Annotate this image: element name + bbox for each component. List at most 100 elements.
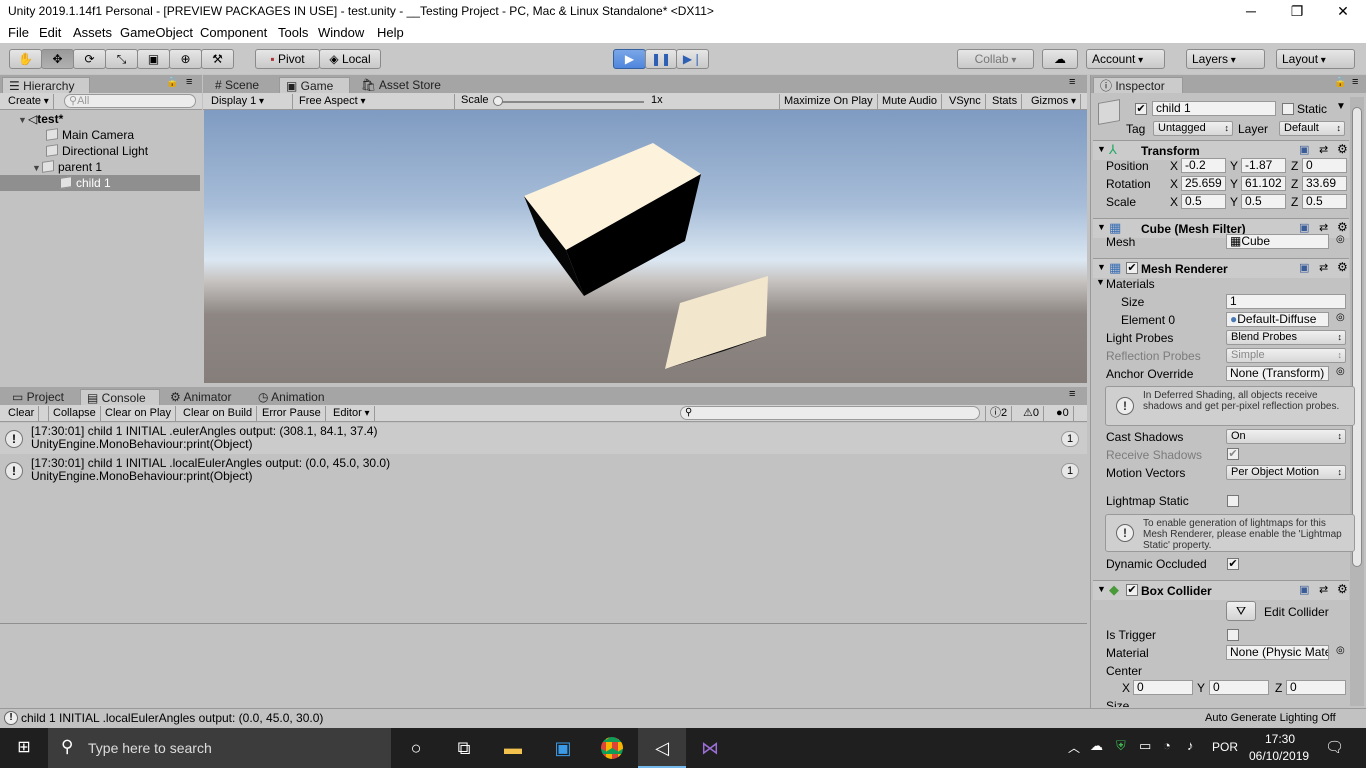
- preset-icon[interactable]: ⇄: [1319, 143, 1328, 156]
- help-book-icon[interactable]: ▣: [1299, 143, 1309, 156]
- component-gear-icon[interactable]: ⚙: [1337, 260, 1348, 274]
- console-search-input[interactable]: ⚲: [680, 406, 980, 420]
- warning-filter-toggle[interactable]: ⚠0: [1019, 406, 1044, 421]
- object-picker-icon[interactable]: ◎: [1336, 312, 1345, 323]
- menu-assets[interactable]: Assets: [73, 25, 112, 40]
- stats-toggle[interactable]: Stats: [988, 94, 1023, 109]
- close-button[interactable]: ✕: [1320, 0, 1366, 23]
- position-y-field[interactable]: -1.87: [1241, 158, 1286, 173]
- tab-project[interactable]: ▭ Project: [6, 389, 70, 405]
- battery-icon[interactable]: ▭: [1139, 738, 1151, 754]
- cloud-icon[interactable]: ☁: [1042, 49, 1078, 69]
- pivot-button[interactable]: ▪ Pivot: [255, 49, 320, 69]
- help-book-icon[interactable]: ▣: [1299, 583, 1309, 596]
- hierarchy-item-main-camera[interactable]: Main Camera: [0, 127, 200, 143]
- menu-window[interactable]: Window: [318, 25, 364, 40]
- panel-menu-icon[interactable]: ≡: [186, 76, 192, 88]
- console-entry[interactable]: ! [17:30:01] child 1 INITIAL .eulerAngle…: [0, 423, 1087, 454]
- tab-asset-store[interactable]: 🛍 Asset Store: [355, 77, 447, 93]
- motion-vectors-dropdown[interactable]: Per Object Motion: [1226, 465, 1346, 480]
- taskbar-search-input[interactable]: ⚲ Type here to search: [48, 728, 391, 768]
- center-z-field[interactable]: 0: [1286, 680, 1346, 695]
- network-icon[interactable]: ◔: [1163, 738, 1171, 753]
- restore-button[interactable]: ❐: [1274, 0, 1320, 23]
- status-message[interactable]: child 1 INITIAL .localEulerAngles output…: [21, 711, 323, 725]
- collapse-toggle[interactable]: Collapse: [48, 406, 101, 421]
- create-dropdown[interactable]: Create: [4, 94, 54, 109]
- step-button[interactable]: ▶❘: [676, 49, 709, 69]
- lock-icon[interactable]: 🔒: [1334, 77, 1346, 88]
- component-gear-icon[interactable]: ⚙: [1337, 582, 1348, 596]
- lightmap-static-checkbox[interactable]: [1227, 495, 1239, 507]
- mesh-field[interactable]: ▦Cube: [1226, 234, 1329, 249]
- onedrive-icon[interactable]: ☁: [1090, 738, 1103, 754]
- chrome-icon[interactable]: [601, 737, 623, 759]
- maximize-on-play-toggle[interactable]: Maximize On Play: [779, 94, 878, 109]
- is-trigger-checkbox[interactable]: [1227, 629, 1239, 641]
- light-probes-dropdown[interactable]: Blend Probes: [1226, 330, 1346, 345]
- rect-tool-icon[interactable]: ▣: [137, 49, 170, 69]
- security-icon[interactable]: ⛨: [1116, 738, 1126, 754]
- tab-animator[interactable]: ⚙ Animator: [164, 389, 237, 405]
- notifications-icon[interactable]: 🗨: [1325, 738, 1344, 756]
- hierarchy-item-directional-light[interactable]: Directional Light: [0, 143, 200, 159]
- rotation-x-field[interactable]: 25.659: [1181, 176, 1226, 191]
- menu-edit[interactable]: Edit: [39, 25, 61, 40]
- move-tool-icon[interactable]: ✥: [41, 49, 74, 69]
- scrollbar-thumb[interactable]: [1352, 107, 1362, 567]
- scale-tool-icon[interactable]: ⤡: [105, 49, 138, 69]
- foldout-icon[interactable]: ▼: [1097, 262, 1106, 272]
- volume-icon[interactable]: ♪: [1187, 738, 1194, 753]
- language-indicator[interactable]: POR: [1212, 740, 1238, 754]
- info-filter-toggle[interactable]: ⓘ2: [985, 406, 1013, 421]
- object-name-field[interactable]: child 1: [1152, 101, 1276, 116]
- tab-game[interactable]: ▣ Game: [279, 77, 350, 93]
- component-gear-icon[interactable]: ⚙: [1337, 220, 1348, 234]
- clock-date[interactable]: 06/10/2019: [1249, 749, 1309, 763]
- panel-menu-icon[interactable]: ≡: [1352, 76, 1358, 88]
- game-viewport[interactable]: [204, 110, 1087, 383]
- hierarchy-search-input[interactable]: ⚲All: [64, 94, 196, 108]
- scale-y-field[interactable]: 0.5: [1241, 194, 1286, 209]
- local-button[interactable]: ◈ Local: [319, 49, 381, 69]
- mesh-renderer-header[interactable]: ▼ ▦ ✔ Mesh Renderer ▣ ⇄ ⚙: [1093, 258, 1349, 278]
- windows-start-icon[interactable]: ⊞: [14, 738, 34, 758]
- box-collider-header[interactable]: ▼ ◆ ✔ Box Collider ▣ ⇄ ⚙: [1093, 580, 1349, 600]
- tab-console[interactable]: ▤ Console: [80, 389, 160, 405]
- collab-dropdown[interactable]: Collab: [957, 49, 1034, 69]
- foldout-icon[interactable]: ▼: [1096, 277, 1105, 287]
- scale-slider-thumb[interactable]: [493, 96, 503, 106]
- layers-dropdown[interactable]: Layers: [1186, 49, 1265, 69]
- vsync-toggle[interactable]: VSync: [945, 94, 986, 109]
- foldout-icon[interactable]: ▼: [1097, 584, 1106, 594]
- custom-tool-icon[interactable]: ⚒: [201, 49, 234, 69]
- clock-time[interactable]: 17:30: [1265, 732, 1295, 746]
- show-hidden-icons[interactable]: ︿: [1068, 739, 1080, 756]
- reflection-probes-dropdown[interactable]: Simple: [1226, 348, 1346, 363]
- hierarchy-item-child-1[interactable]: child 1: [0, 175, 200, 191]
- clear-on-play-toggle[interactable]: Clear on Play: [101, 406, 177, 421]
- preset-icon[interactable]: ⇄: [1319, 261, 1328, 274]
- scale-slider-track[interactable]: [496, 101, 644, 103]
- file-explorer-icon[interactable]: ▬: [503, 738, 523, 758]
- clear-button[interactable]: Clear: [4, 406, 40, 421]
- hierarchy-item-parent-1[interactable]: ▼ parent 1: [0, 159, 200, 175]
- static-dropdown-icon[interactable]: ▼: [1336, 101, 1346, 112]
- center-y-field[interactable]: 0: [1209, 680, 1269, 695]
- menu-component[interactable]: Component: [200, 25, 267, 40]
- minimize-button[interactable]: ─: [1228, 0, 1274, 23]
- console-splitter[interactable]: [0, 623, 1087, 624]
- menu-tools[interactable]: Tools: [278, 25, 308, 40]
- anchor-override-field[interactable]: None (Transform): [1226, 366, 1329, 381]
- error-filter-toggle[interactable]: ●0: [1052, 406, 1074, 421]
- console-entry[interactable]: ! [17:30:01] child 1 INITIAL .localEuler…: [0, 455, 1087, 486]
- editor-dropdown[interactable]: Editor: [329, 406, 375, 421]
- display-dropdown[interactable]: Display 1: [207, 94, 293, 109]
- active-checkbox[interactable]: ✔: [1135, 103, 1147, 115]
- menu-gameobject[interactable]: GameObject: [120, 25, 193, 40]
- store-icon[interactable]: ▣: [553, 738, 573, 758]
- pause-button[interactable]: ❚❚: [645, 49, 677, 69]
- menu-file[interactable]: File: [8, 25, 29, 40]
- hand-tool-icon[interactable]: ✋: [9, 49, 42, 69]
- enabled-checkbox[interactable]: ✔: [1126, 262, 1138, 274]
